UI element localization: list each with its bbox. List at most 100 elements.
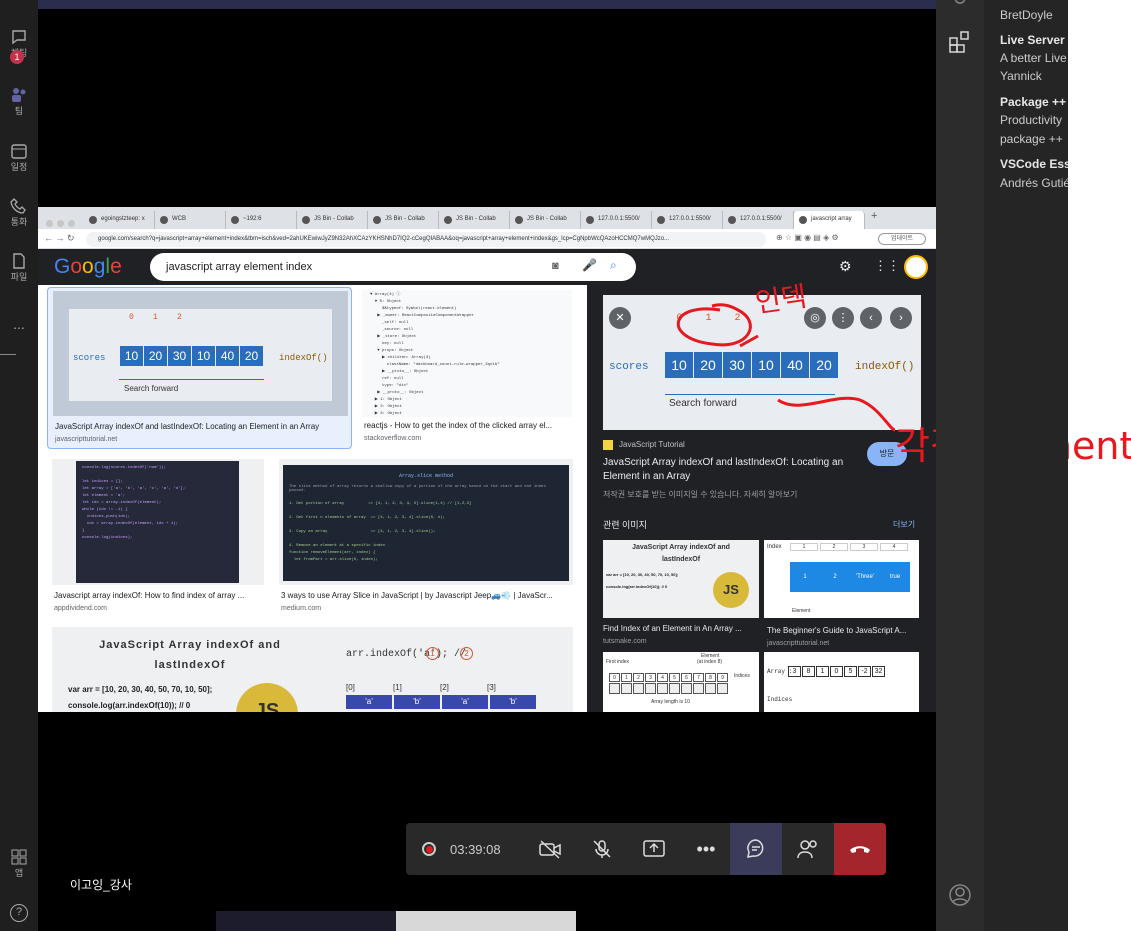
browser-tab[interactable]: JS Bin - Collab	[439, 211, 510, 229]
camera-off-icon	[539, 840, 561, 859]
settings-gear-icon[interactable]	[948, 0, 972, 8]
extension-desc: A better Live	[1000, 51, 1067, 65]
tab-favicon-icon	[373, 216, 381, 224]
google-logo-letter: e	[110, 255, 122, 278]
browser-tab[interactable]: javascript array	[794, 211, 865, 229]
leave-call-button[interactable]	[834, 823, 886, 875]
search-icon[interactable]: ⌕	[610, 258, 617, 273]
devtools-code: ▼ Array(4) ⓘ ▼ 0: Object $$typeof: Symbo…	[370, 293, 500, 416]
camera-button[interactable]	[524, 823, 576, 875]
share-button[interactable]	[628, 823, 680, 875]
profile-button[interactable]: 업데이트	[878, 233, 926, 245]
browser-tab[interactable]: JS Bin - Collab	[510, 211, 581, 229]
result-card[interactable]: arr.indexOf('a'); // 1 2 [0] [1] [2] [3] 'a'…	[314, 627, 573, 712]
teams-label: 팀	[14, 106, 24, 116]
browser-tab[interactable]: JS Bin - Collab	[368, 211, 439, 229]
chat-nav-item[interactable]: 1 채팅	[0, 28, 38, 64]
slice-desc: The slice method of array returns a shal…	[289, 485, 546, 493]
array-cell: 'b'	[394, 695, 440, 709]
index-label: 2	[633, 673, 644, 682]
meeting-controls: 03:39:08 •••	[406, 823, 886, 875]
new-tab-button[interactable]: +	[871, 210, 877, 222]
tab-favicon-icon	[444, 216, 452, 224]
tab-favicon-icon	[515, 216, 523, 224]
related-image[interactable]: Index 1 2 3 4 1 2 'Three' true Element	[764, 540, 919, 618]
browser-tab[interactable]: 127.0.0.1:5500/	[723, 211, 794, 229]
calls-nav-item[interactable]: 통화	[0, 197, 38, 228]
index-label: 5	[669, 673, 680, 682]
extensions-icon[interactable]	[948, 30, 972, 54]
index-label: 1	[153, 313, 158, 322]
google-logo[interactable]: Google	[54, 255, 122, 279]
r3-length-label: Array length is 10	[651, 699, 690, 705]
close-preview-icon[interactable]: ✕	[609, 307, 631, 329]
tab-label: WCB	[172, 216, 186, 222]
help-nav-item[interactable]: ?	[0, 904, 38, 922]
teams-nav-item[interactable]: 팀	[0, 86, 38, 117]
tab-favicon-icon	[89, 216, 97, 224]
related-js-title1: JavaScript Array indexOf and	[632, 544, 730, 551]
result-source: appdividend.com	[54, 605, 107, 612]
avatar[interactable]	[904, 255, 928, 279]
result-card[interactable]: Array.slice method The slice method of a…	[279, 459, 575, 617]
mic-button[interactable]	[576, 823, 628, 875]
r2-index-label: Index	[767, 544, 782, 550]
more-label: ...	[13, 316, 25, 332]
recording-indicator[interactable]: 03:39:08	[406, 823, 524, 875]
more-apps-button[interactable]: ...	[0, 316, 38, 332]
tab-label: ~192:6	[243, 216, 262, 222]
r3-indices-label: Indices	[734, 673, 750, 679]
array-cell	[717, 683, 728, 694]
apps-icon	[11, 849, 27, 865]
settings-icon[interactable]: ⚙	[839, 258, 852, 275]
result-card[interactable]: 012 scores 10 20 30 10 40 20 indexOf() Search…	[47, 287, 352, 449]
browser-tab[interactable]: egoingstzteep: x	[84, 211, 155, 229]
index-label: 0	[129, 313, 134, 322]
array-cell: 8	[802, 666, 815, 677]
index-label: [0]	[346, 683, 355, 692]
result-card[interactable]: ▼ Array(4) ⓘ ▼ 0: Object $$typeof: Symbo…	[362, 287, 574, 449]
camera-icon[interactable]: ◙	[552, 260, 559, 272]
browser-tab[interactable]: JS Bin - Collab	[297, 211, 368, 229]
result-card[interactable]: JavaScript Array indexOf and lastIndexOf…	[52, 627, 328, 712]
result-card[interactable]: console.log(scores.indexOf('num')); let …	[52, 459, 266, 617]
result-thumbnail: ▼ Array(4) ⓘ ▼ 0: Object $$typeof: Symbo…	[362, 290, 572, 417]
account-icon[interactable]	[948, 883, 972, 907]
apps-grid-icon[interactable]: ⋮⋮	[874, 258, 900, 274]
js-thumb-line2: console.log(arr.indexOf(10)); // 0	[68, 701, 191, 710]
related-image[interactable]: JavaScript Array indexOf and lastIndexOf…	[603, 540, 759, 618]
related-image[interactable]: Array : 3 8 1 0 5 -2 32 Indices	[764, 652, 919, 712]
mic-icon[interactable]: 🎤	[582, 258, 597, 272]
index-label: 7	[693, 673, 704, 682]
more-link[interactable]: 더보기	[893, 519, 915, 530]
participants-button[interactable]	[782, 823, 834, 875]
url-input[interactable]: google.com/search?q=javascript+array+ele…	[86, 232, 766, 247]
participant-tile[interactable]	[216, 911, 396, 931]
related-source: tutsmake.com	[603, 638, 647, 645]
site-favicon	[603, 440, 613, 450]
indexof-label: indexOf()	[279, 353, 328, 363]
search-input[interactable]: javascript array element index ◙ 🎤 ⌕	[150, 253, 636, 281]
nav-arrows-icon[interactable]: ← → ↻	[44, 233, 75, 244]
browser-tab[interactable]: ~192:6	[226, 211, 297, 229]
r3-element-sublabel: (at index 8)	[697, 659, 723, 665]
extension-icons[interactable]: ⊕ ☆ ▣ ◉ ▤ ◈ ⚙	[776, 233, 839, 242]
index-label: 1	[790, 543, 818, 551]
browser-tab[interactable]: 127.0.0.1:5500/	[581, 211, 652, 229]
participant-tile[interactable]	[396, 911, 576, 931]
chat-button[interactable]	[730, 823, 782, 875]
calendar-nav-item[interactable]: 일정	[0, 142, 38, 173]
array-cell: 30	[168, 346, 191, 366]
more-actions-button[interactable]: •••	[680, 823, 732, 875]
array-cell	[645, 683, 656, 694]
apps-nav-item[interactable]: 앱	[0, 848, 38, 879]
related-image[interactable]: First index Element (at index 8) 0123456…	[603, 652, 759, 712]
files-nav-item[interactable]: 파일	[0, 252, 38, 283]
google-logo-letter: o	[82, 255, 94, 278]
meeting-timer: 03:39:08	[450, 841, 501, 857]
result-caption: Javascript array indexOf: How to find in…	[54, 591, 245, 600]
browser-tab[interactable]: 127.0.0.1:5500/	[652, 211, 723, 229]
browser-tab[interactable]: WCB	[155, 211, 226, 229]
index-label: 4	[657, 673, 668, 682]
teams-app-rail: 1 채팅 팀 일정 통화 파일 ... 앱 ?	[0, 0, 38, 931]
